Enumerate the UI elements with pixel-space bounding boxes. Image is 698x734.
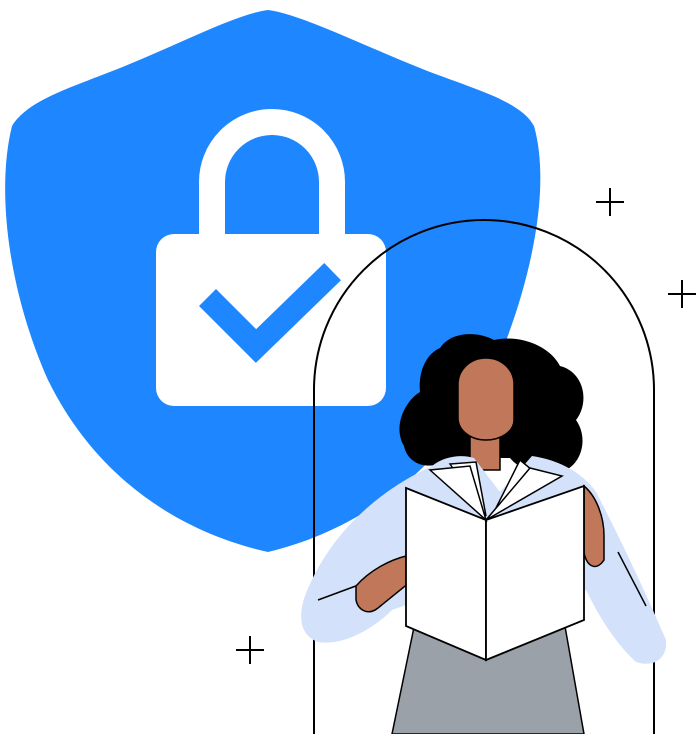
security-illustration [5, 10, 696, 734]
face [457, 357, 515, 441]
sparkle-top [596, 188, 624, 216]
sparkle-right [668, 280, 696, 308]
sparkle-bottom [236, 636, 264, 664]
right-hand [583, 484, 605, 568]
